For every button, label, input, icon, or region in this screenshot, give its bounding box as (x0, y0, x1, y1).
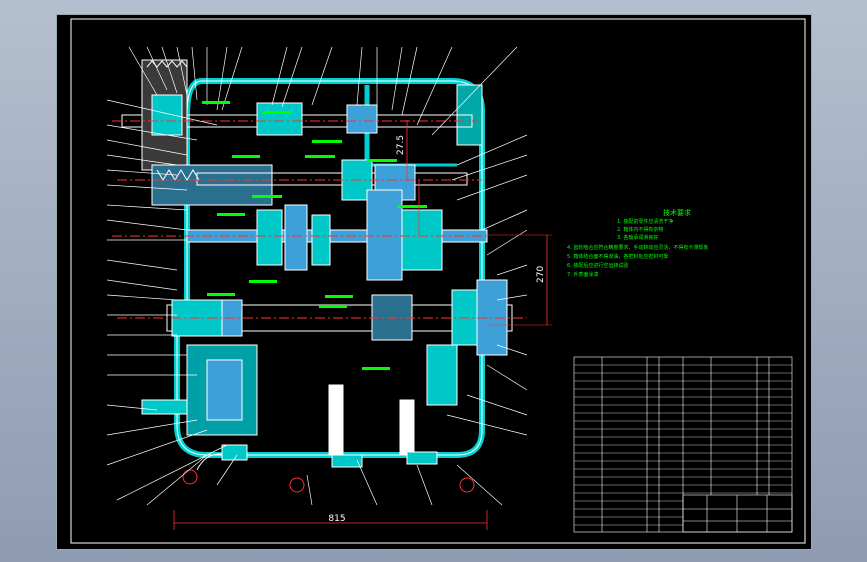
tech-requirements: 技术要求 1. 装配前零件应清洗干净 2. 箱体内不得有杂物 3. 各轴承润滑良… (567, 208, 708, 278)
tech-line-6: 6. 装配后应进行空运转试验 (567, 262, 628, 269)
tech-line-4: 4. 齿轮啮合应符合精度要求，手动转动应灵活，不得有卡滞现象 (567, 244, 708, 251)
dimension-width: 815 (328, 514, 345, 524)
drawing-sheet: 815 270 27.5 技术要求 1. 装配前零件应清洗干净 2. 箱体内不得… (56, 14, 812, 550)
tech-requirements-title: 技术要求 (663, 208, 691, 217)
input-shaft (112, 59, 477, 171)
tech-line-7: 7. 外表面涂漆 (567, 271, 598, 278)
title-block (682, 494, 793, 533)
tech-line-2: 2. 箱体内不得有杂物 (617, 226, 663, 233)
dimension-height: 270 (536, 266, 546, 283)
lower-assembly (141, 344, 475, 493)
tech-line-1: 1. 装配前零件应清洗干净 (617, 218, 673, 225)
cad-canvas: 815 270 27.5 技术要求 1. 装配前零件应清洗干净 2. 箱体内不得… (70, 18, 806, 544)
dimension-upper: 27.5 (396, 135, 406, 155)
second-shaft (117, 159, 482, 206)
tech-line-5: 5. 箱体结合面不得渗油，各密封处应密封可靠 (567, 253, 668, 260)
tech-line-3: 3. 各轴承润滑良好 (617, 234, 658, 241)
